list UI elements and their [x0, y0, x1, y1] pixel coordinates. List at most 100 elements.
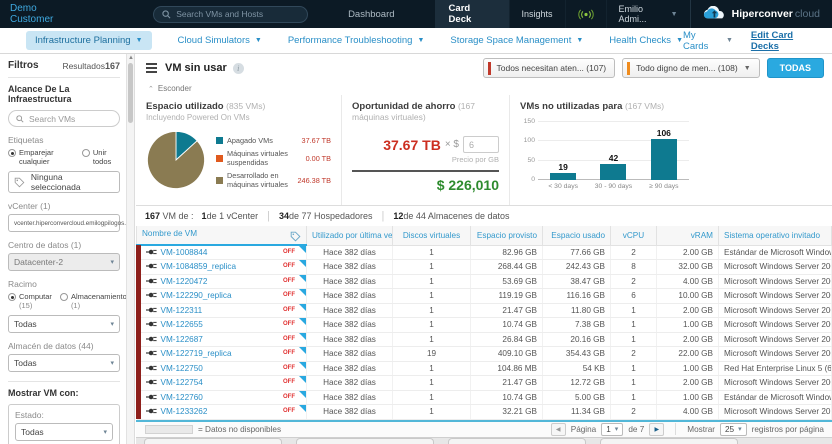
estado-select[interactable]: Todas ▾: [15, 423, 113, 441]
filters-title: Filtros: [8, 60, 39, 71]
vram-cell: 10.00 GB: [657, 289, 719, 304]
sidebar-scrollbar[interactable]: ▲: [126, 54, 134, 444]
vm-name-link[interactable]: VM-122754: [161, 378, 203, 387]
col-header-os[interactable]: Sistema operativo invitado: [719, 226, 832, 245]
folded-corner-icon[interactable]: [299, 391, 306, 398]
my-cards-menu[interactable]: My Cards ▼: [683, 30, 733, 52]
insights-link[interactable]: Insights: [509, 0, 565, 28]
bar-value-label: 19: [558, 162, 567, 172]
unused-vms-panel: VMs no utilizadas para (167 VMs) 0501001…: [509, 95, 699, 205]
vm-name-link[interactable]: VM-122719_replica: [161, 349, 232, 358]
customer-link[interactable]: Demo Customer: [10, 3, 81, 25]
folded-corner-icon[interactable]: [299, 362, 306, 369]
signal-broadcast-icon[interactable]: [565, 0, 606, 28]
price-per-gb-input[interactable]: 6: [463, 136, 499, 153]
used-cell: 54 KB: [543, 361, 611, 376]
power-off-badge: OFF: [283, 263, 295, 269]
menu-item[interactable]: Cloud Simulators ▼: [178, 35, 262, 46]
all-button[interactable]: TODAS: [767, 58, 824, 78]
vm-name-link[interactable]: VM-122750: [161, 364, 203, 373]
table-row: VM-122687OFFHace 382 días126.84 GB20.16 …: [137, 332, 832, 347]
col-header-used[interactable]: Espacio usado: [543, 226, 611, 245]
col-header-vcpu[interactable]: vCPU: [611, 226, 657, 245]
scroll-up-arrow-icon[interactable]: ▲: [127, 55, 135, 61]
tag-icon[interactable]: [290, 231, 301, 242]
power-off-badge: OFF: [283, 394, 295, 400]
last-used-cell: Hace 382 días: [307, 347, 393, 362]
vm-name-cell: VM-122655OFF: [137, 318, 307, 333]
next-page-button[interactable]: ▶: [649, 423, 664, 436]
hamburger-menu-icon[interactable]: [146, 63, 157, 72]
deck-tab[interactable]: [296, 438, 434, 444]
menu-item[interactable]: Infrastructure Planning ▼: [26, 31, 152, 50]
folded-corner-icon[interactable]: [299, 289, 306, 296]
worth-mention-button[interactable]: Todo digno de men... (108) ▼: [622, 58, 760, 78]
tab-card-deck[interactable]: Card Deck: [435, 0, 509, 28]
vcpu-cell: 1: [611, 376, 657, 391]
folded-corner-icon[interactable]: [299, 275, 306, 282]
card-deck-stack: [136, 437, 832, 444]
vm-name-link[interactable]: VM-122687: [161, 335, 203, 344]
deck-tab[interactable]: [448, 438, 586, 444]
cluster-radio-option[interactable]: Almacenamiento(1): [60, 292, 127, 310]
folded-corner-icon[interactable]: [299, 347, 306, 354]
vm-name-link[interactable]: VM-1220472: [161, 277, 208, 286]
tags-dropdown[interactable]: Ninguna seleccionada: [8, 171, 120, 193]
scope-title: Alcance De La Infraestructura: [8, 84, 120, 104]
folded-corner-icon[interactable]: [299, 246, 306, 253]
hide-link[interactable]: ⌃ Esconder: [136, 82, 832, 95]
vcpu-cell: 6: [611, 289, 657, 304]
page-size-select[interactable]: 25 ▾: [720, 423, 747, 436]
folded-corner-icon[interactable]: [299, 333, 306, 340]
tags-radio-option[interactable]: Unir todos: [82, 148, 120, 166]
cluster-select[interactable]: Todas ▾: [8, 315, 120, 333]
os-cell: Microsoft Windows Server 2008 R2...: [719, 347, 832, 362]
global-search-input[interactable]: Search VMs and Hosts: [153, 6, 308, 23]
chevron-down-icon: ▼: [576, 37, 583, 44]
vm-search-input[interactable]: Search VMs: [8, 110, 120, 127]
scrollbar-thumb[interactable]: [128, 63, 133, 123]
folded-corner-icon[interactable]: [299, 318, 306, 325]
col-header-disks[interactable]: Discos virtuales: [393, 226, 471, 245]
col-header-name[interactable]: Nombre de VM: [137, 226, 307, 245]
vcpu-cell: 1: [611, 361, 657, 376]
needs-attention-button[interactable]: Todos necesitan aten... (107): [483, 58, 616, 78]
tab-dashboard[interactable]: Dashboard: [334, 0, 408, 28]
tags-radio-option[interactable]: Emparejar cualquier: [8, 148, 74, 166]
vm-name-link[interactable]: VM-1008844: [161, 248, 208, 257]
menu-item[interactable]: Health Checks ▼: [609, 35, 683, 46]
menu-item[interactable]: Storage Space Management ▼: [450, 35, 583, 46]
folded-corner-icon[interactable]: [299, 405, 306, 412]
datastore-select[interactable]: Todas ▾: [8, 354, 120, 372]
vm-name-link[interactable]: VM-1084859_replica: [161, 262, 237, 271]
deck-tab[interactable]: [144, 438, 282, 444]
last-used-cell: Hace 382 días: [307, 274, 393, 289]
mention-accent: [627, 62, 630, 75]
provisioned-cell: 10.74 GB: [471, 390, 543, 405]
vm-name-link[interactable]: VM-122290_replica: [161, 291, 232, 300]
folded-corner-icon[interactable]: [299, 260, 306, 267]
col-header-vram[interactable]: vRAM: [657, 226, 719, 245]
col-header-last-used[interactable]: Utilizado por última vez: [307, 226, 393, 245]
vm-name-link[interactable]: VM-1233262: [161, 407, 208, 416]
legend-swatch: [216, 137, 223, 144]
chevron-down-icon: ▾: [738, 425, 742, 433]
vm-name-link[interactable]: VM-122760: [161, 393, 203, 402]
user-menu[interactable]: Emilio Admi... ▼: [606, 0, 690, 28]
vcenter-select[interactable]: vcenter.hiperconvercloud.emilogpilogos.c…: [8, 214, 120, 232]
edit-card-decks-link[interactable]: Edit Card Decks: [751, 30, 820, 52]
used-cell: 20.16 GB: [543, 332, 611, 347]
folded-corner-icon[interactable]: [299, 376, 306, 383]
menu-item[interactable]: Performance Troubleshooting ▼: [288, 35, 425, 46]
deck-tab[interactable]: [600, 438, 738, 444]
vm-name-link[interactable]: VM-122311: [161, 306, 203, 315]
prev-page-button[interactable]: ◀: [551, 423, 566, 436]
vm-name-link[interactable]: VM-122655: [161, 320, 203, 329]
folded-corner-icon[interactable]: [299, 304, 306, 311]
col-header-provisioned[interactable]: Espacio provisto: [471, 226, 543, 245]
page-select[interactable]: 1 ▾: [601, 423, 623, 436]
cluster-radio-option[interactable]: Computar(15): [8, 292, 52, 310]
chevron-down-icon: ▼: [744, 65, 751, 72]
info-icon[interactable]: i: [233, 63, 244, 74]
vram-cell: 22.00 GB: [657, 347, 719, 362]
